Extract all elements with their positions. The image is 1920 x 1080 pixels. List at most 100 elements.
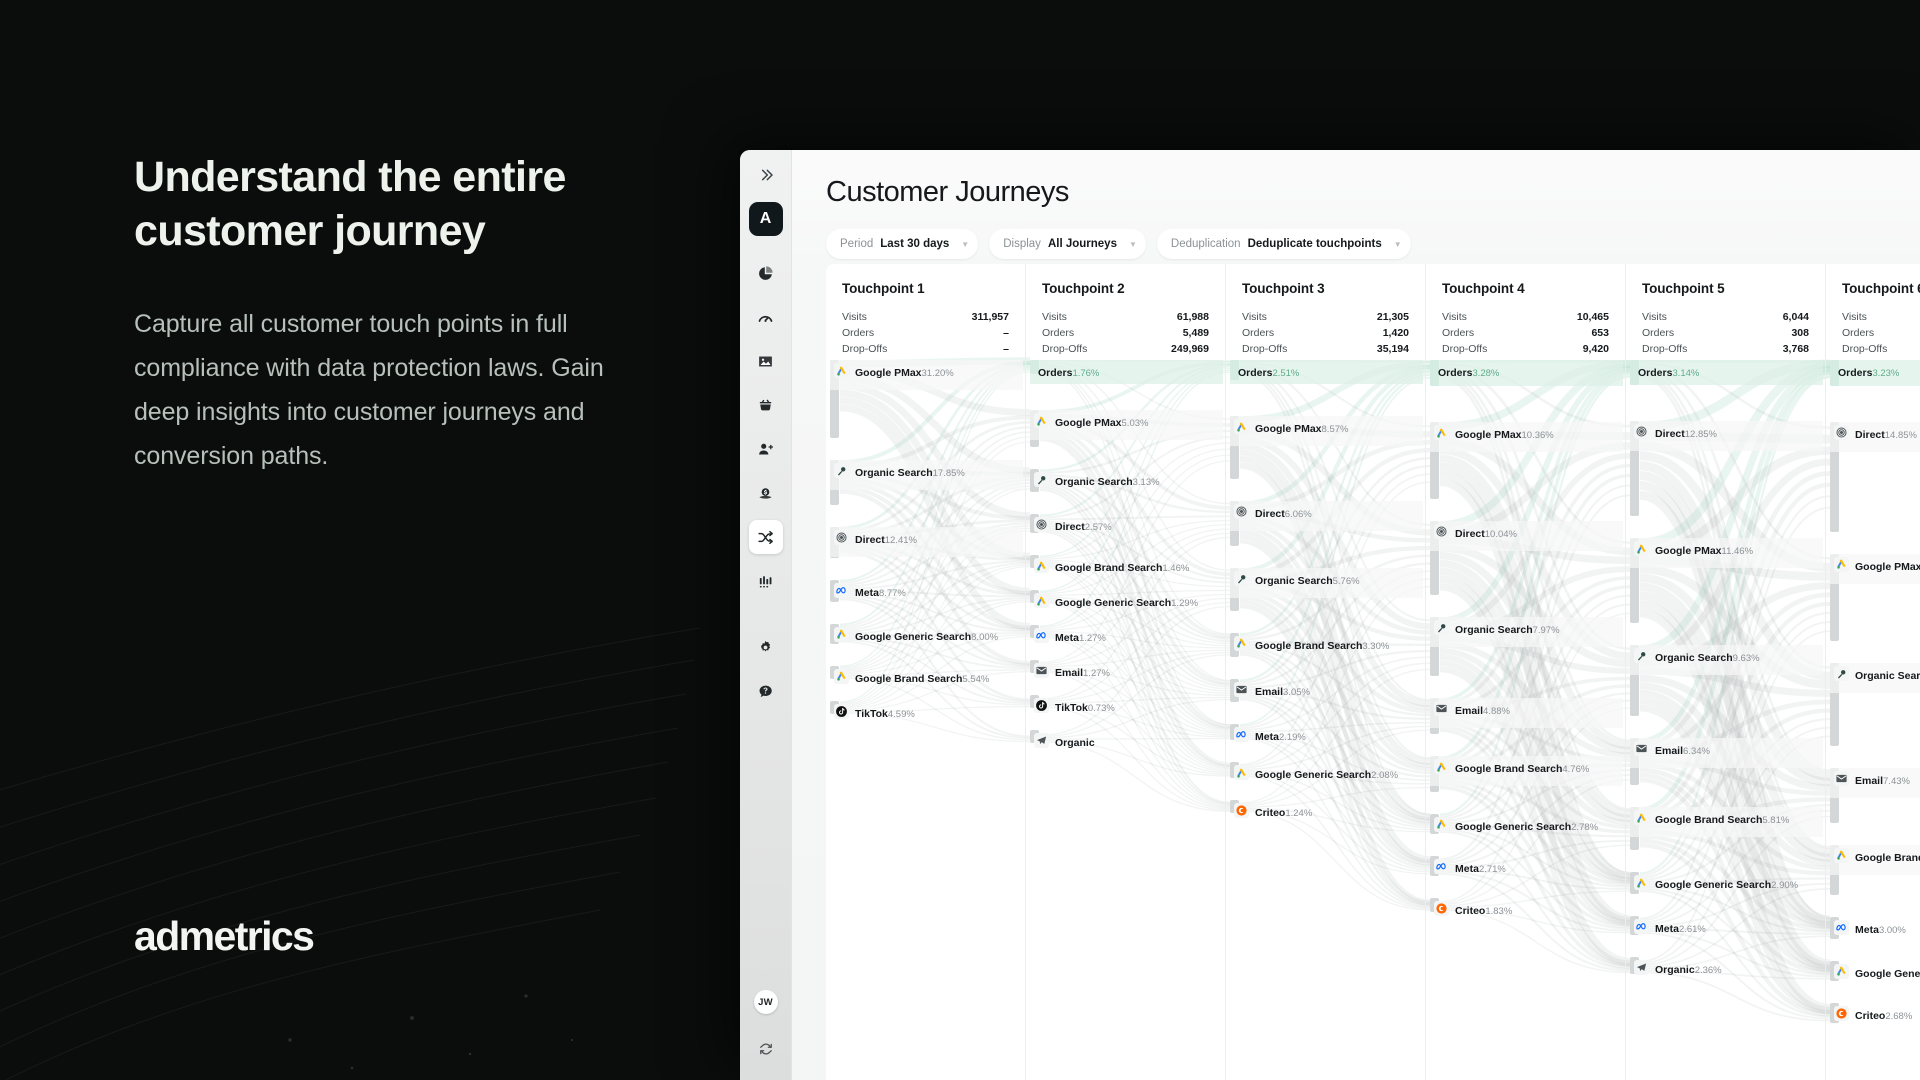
refresh-icon[interactable] (749, 1032, 783, 1066)
chevrons-right-icon[interactable] (749, 162, 783, 188)
node-name: Google PMax (1455, 429, 1522, 442)
channel-node[interactable]: Meta2.19% (1226, 723, 1425, 743)
channel-node[interactable]: Email3.05% (1226, 679, 1425, 702)
channel-node[interactable]: Google PMax10.36% (1426, 422, 1625, 499)
touchpoint-columns: Touchpoint 1 Visits 311,957 Orders – Drop-Off… (826, 264, 1920, 1080)
channel-node[interactable]: Google Brand Search5.81% (1626, 807, 1825, 851)
node-name: Organic Search (1255, 575, 1333, 588)
google-ads-icon (1034, 593, 1049, 609)
node-percentage: 2.57% (1084, 522, 1112, 534)
channel-node[interactable]: Google PMax11.46% (1626, 538, 1825, 623)
meta-icon (1234, 726, 1249, 742)
node-label-group: Orders2.51% (1230, 360, 1423, 384)
touchpoint-column: Touchpoint 3 Visits 21,305 Orders 1,420 Drop-… (1226, 264, 1426, 1080)
orders-node[interactable]: Orders3.28% (1426, 360, 1625, 387)
channel-node[interactable]: Google PMax31.20% (826, 360, 1025, 438)
criteo-icon (1834, 1006, 1849, 1022)
channel-node[interactable]: Google Brand Search3.30% (1226, 632, 1425, 658)
node-label-group: Direct10.04% (1430, 520, 1623, 551)
filter-period-value: Last 30 days (880, 238, 950, 250)
channel-node[interactable]: Criteo2.68% (1826, 1003, 1920, 1023)
orders-node[interactable]: Orders3.23% (1826, 360, 1920, 386)
channel-node[interactable]: Google Brand Search5.54% (826, 665, 1025, 685)
node-name: Criteo (1455, 905, 1486, 918)
image-icon[interactable] (749, 344, 783, 378)
node-label-group: Google Generic Search2.90% (1630, 872, 1823, 896)
touchpoint-node-list: Orders3.23% Direct14.85% Google PMax11.82%… (1826, 360, 1920, 1080)
channel-node[interactable]: Organic (1026, 730, 1225, 749)
shuffle-icon[interactable] (748, 520, 783, 554)
touchpoint-column: Touchpoint 6 Visits Orders Drop-Offs Orders3… (1826, 264, 1920, 1080)
touchpoint-kpis: Visits 21,305 Orders 1,420 Drop-Offs 35,194 (1242, 309, 1409, 357)
channel-node[interactable]: TikTok0.73% (1026, 695, 1225, 714)
channel-node[interactable]: Google PMax8.57% (1226, 416, 1425, 480)
channel-node[interactable]: Direct14.85% (1826, 421, 1920, 532)
orders-node[interactable]: Orders2.51% (1226, 360, 1425, 384)
channel-node[interactable]: Organic Search7.97% (1426, 617, 1625, 677)
channel-node[interactable]: Criteo1.24% (1226, 799, 1425, 819)
node-label-group: Orders3.28% (1430, 360, 1623, 387)
avatar[interactable]: JW (753, 990, 778, 1014)
sankey-diagram[interactable]: Touchpoint 1 Visits 311,957 Orders – Drop-Off… (826, 264, 1920, 1080)
kpi-visits: Visits 311,957 (842, 311, 1009, 323)
channel-node[interactable]: TikTok4.59% (826, 701, 1025, 720)
channel-node[interactable]: Email7.43% (1826, 767, 1920, 823)
channel-node[interactable]: Meta2.71% (1426, 856, 1625, 877)
orders-node[interactable]: Orders1.76% (1026, 360, 1225, 384)
help-icon[interactable] (749, 674, 783, 708)
money-icon[interactable] (749, 476, 783, 510)
tiktok-icon (834, 704, 849, 720)
channel-node[interactable]: Google Brand Search6.73% (1826, 844, 1920, 895)
google-ads-icon (1234, 635, 1249, 651)
google-ads-icon (1834, 556, 1849, 572)
node-name: Google PMax (1855, 560, 1920, 573)
channel-node[interactable]: Direct10.04% (1426, 520, 1625, 596)
channel-node[interactable]: Organic Search3.13% (1026, 469, 1225, 493)
organic-search-icon (834, 463, 849, 478)
channel-node[interactable]: Email6.34% (1626, 738, 1825, 786)
channel-node[interactable]: Organic2.36% (1626, 956, 1825, 976)
channel-node[interactable]: Google Generic Search1.29% (1026, 590, 1225, 609)
user-plus-icon[interactable] (749, 432, 783, 466)
node-percentage: 3.05% (1283, 687, 1310, 699)
channel-node[interactable]: Direct12.85% (1626, 421, 1825, 517)
sidebar-brand-logo[interactable]: A (748, 202, 783, 236)
channel-node[interactable]: Email4.88% (1426, 698, 1625, 735)
node-percentage: 10.36% (1521, 430, 1554, 442)
channel-node[interactable]: Meta3.00% (1826, 916, 1920, 939)
filter-deduplication[interactable]: Deduplication Deduplicate touchpoints ▼ (1156, 229, 1411, 259)
channel-node[interactable]: Google Generic Search2.74% (1826, 960, 1920, 982)
pie-chart-icon[interactable] (749, 256, 783, 290)
channel-node[interactable]: Criteo1.83% (1426, 898, 1625, 917)
orders-node[interactable]: Orders3.14% (1626, 360, 1825, 386)
channel-node[interactable]: Meta8.77% (826, 579, 1025, 602)
channel-node[interactable]: Direct2.57% (1026, 514, 1225, 534)
channel-node[interactable]: Google PMax5.03% (1026, 410, 1225, 448)
channel-node[interactable]: Direct6.06% (1226, 501, 1425, 547)
channel-node[interactable]: Organic Search9.63% (1626, 645, 1825, 717)
filter-period[interactable]: Period Last 30 days ▼ (826, 229, 979, 259)
channel-node[interactable]: Google Brand Search4.76% (1426, 756, 1625, 792)
gauge-icon[interactable] (749, 300, 783, 334)
node-percentage: 2.19% (1278, 731, 1306, 743)
node-label-group: Google Brand Search5.54% (830, 666, 1023, 690)
channel-node[interactable]: Google Generic Search8.00% (826, 623, 1025, 644)
channel-node[interactable]: Google Brand Search1.46% (1026, 555, 1225, 574)
channel-node[interactable]: Google Generic Search2.78% (1426, 813, 1625, 835)
basket-icon[interactable] (749, 388, 783, 422)
channel-node[interactable]: Organic Search17.85% (826, 460, 1025, 505)
channel-node[interactable]: Direct12.41% (826, 526, 1025, 558)
filter-display[interactable]: Display All Journeys ▼ (989, 229, 1146, 259)
gear-icon[interactable] (749, 630, 783, 664)
bar-chart-icon[interactable] (749, 564, 783, 598)
channel-node[interactable]: Organic Search11.16% (1826, 663, 1920, 746)
channel-node[interactable]: Meta1.27% (1026, 625, 1225, 644)
channel-node[interactable]: Google Generic Search2.08% (1226, 762, 1425, 781)
channel-node[interactable]: Meta2.61% (1626, 915, 1825, 935)
touchpoint-title: Touchpoint 5 (1642, 281, 1725, 296)
channel-node[interactable]: Google Generic Search2.90% (1626, 872, 1825, 896)
channel-node[interactable]: Google PMax11.82% (1826, 553, 1920, 642)
node-label-group: Criteo1.83% (1430, 898, 1623, 922)
channel-node[interactable]: Email1.27% (1026, 660, 1225, 679)
channel-node[interactable]: Organic Search5.76% (1226, 568, 1425, 611)
